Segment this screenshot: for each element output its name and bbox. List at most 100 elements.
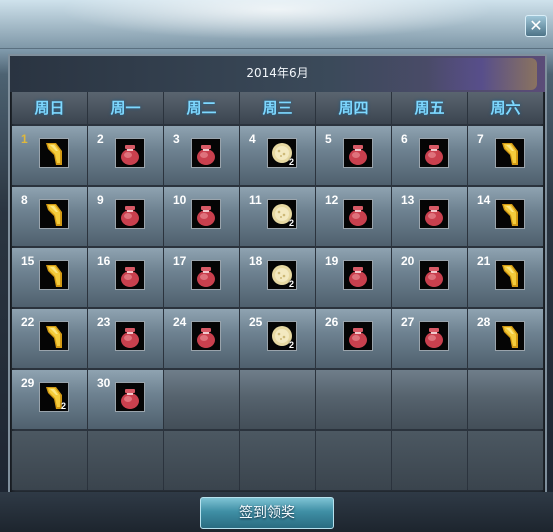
sign-in-window: ✕ 2014年6月 周日 周一 周二 周三 周四 周五 周六 123425678… xyxy=(0,0,553,532)
calendar-day-cell[interactable]: 25 2 xyxy=(240,309,315,368)
red-pouch-icon[interactable] xyxy=(419,321,449,351)
day-number: 17 xyxy=(173,254,187,268)
red-pouch-icon[interactable] xyxy=(343,260,373,290)
calendar-day-cell[interactable]: 17 xyxy=(164,248,239,307)
gold-scroll-icon[interactable] xyxy=(39,321,69,351)
empty-day-cell xyxy=(240,431,315,490)
empty-day-cell xyxy=(392,431,467,490)
calendar-day-cell[interactable]: 21 xyxy=(468,248,543,307)
red-pouch-icon[interactable] xyxy=(343,321,373,351)
empty-day-cell xyxy=(12,431,87,490)
day-number: 4 xyxy=(249,132,256,146)
weekday-thu: 周四 xyxy=(316,92,391,124)
red-pouch-icon[interactable] xyxy=(115,260,145,290)
day-number: 28 xyxy=(477,315,491,329)
calendar-day-cell[interactable]: 14 xyxy=(468,187,543,246)
calendar-day-cell[interactable]: 2 xyxy=(88,126,163,185)
day-number: 1 xyxy=(21,132,28,146)
calendar-day-cell[interactable]: 7 xyxy=(468,126,543,185)
gold-scroll-icon[interactable] xyxy=(39,199,69,229)
calendar-day-cell[interactable]: 18 2 xyxy=(240,248,315,307)
mooncake-icon[interactable]: 2 xyxy=(267,321,297,351)
red-pouch-icon[interactable] xyxy=(191,321,221,351)
red-pouch-icon[interactable] xyxy=(115,382,145,412)
gold-scroll-icon[interactable] xyxy=(495,199,525,229)
calendar-day-cell[interactable]: 6 xyxy=(392,126,467,185)
mooncake-icon[interactable]: 2 xyxy=(267,260,297,290)
weekday-mon: 周一 xyxy=(88,92,163,124)
empty-day-cell xyxy=(240,370,315,429)
red-pouch-icon[interactable] xyxy=(191,260,221,290)
gold-scroll-icon[interactable] xyxy=(495,138,525,168)
calendar-day-cell[interactable]: 12 xyxy=(316,187,391,246)
day-number: 10 xyxy=(173,193,187,207)
gold-scroll-icon[interactable] xyxy=(495,321,525,351)
calendar-day-cell[interactable]: 8 xyxy=(12,187,87,246)
day-number: 23 xyxy=(97,315,111,329)
calendar-day-cell[interactable]: 27 xyxy=(392,309,467,368)
red-pouch-icon[interactable] xyxy=(115,199,145,229)
red-pouch-icon[interactable] xyxy=(419,199,449,229)
item-quantity: 2 xyxy=(288,340,294,350)
day-number: 20 xyxy=(401,254,415,268)
weekday-header: 周日 周一 周二 周三 周四 周五 周六 xyxy=(12,92,543,124)
day-number: 7 xyxy=(477,132,484,146)
red-pouch-icon[interactable] xyxy=(115,138,145,168)
gold-scroll-icon[interactable]: 2 xyxy=(39,382,69,412)
day-number: 21 xyxy=(477,254,491,268)
day-number: 2 xyxy=(97,132,104,146)
empty-day-cell xyxy=(468,431,543,490)
empty-day-cell xyxy=(164,370,239,429)
calendar-day-cell[interactable]: 28 xyxy=(468,309,543,368)
calendar-day-cell[interactable]: 42 xyxy=(240,126,315,185)
empty-day-cell xyxy=(316,370,391,429)
calendar-day-cell[interactable]: 16 xyxy=(88,248,163,307)
item-quantity: 2 xyxy=(288,279,294,289)
gold-scroll-icon[interactable] xyxy=(39,260,69,290)
sign-in-claim-button[interactable]: 签到领奖 xyxy=(200,497,334,529)
gold-scroll-icon[interactable] xyxy=(495,260,525,290)
calendar-day-cell[interactable]: 23 xyxy=(88,309,163,368)
day-number: 16 xyxy=(97,254,111,268)
day-number: 30 xyxy=(97,376,111,390)
calendar-day-cell[interactable]: 30 xyxy=(88,370,163,429)
day-number: 14 xyxy=(477,193,491,207)
calendar-day-cell[interactable]: 29 2 xyxy=(12,370,87,429)
day-number: 3 xyxy=(173,132,180,146)
day-number: 18 xyxy=(249,254,263,268)
mooncake-icon[interactable]: 2 xyxy=(267,138,297,168)
calendar-day-cell[interactable]: 5 xyxy=(316,126,391,185)
calendar-day-cell[interactable]: 24 xyxy=(164,309,239,368)
red-pouch-icon[interactable] xyxy=(419,138,449,168)
calendar-day-cell[interactable]: 9 xyxy=(88,187,163,246)
calendar-day-cell[interactable]: 19 xyxy=(316,248,391,307)
red-pouch-icon[interactable] xyxy=(343,138,373,168)
calendar-day-cell[interactable]: 11 2 xyxy=(240,187,315,246)
calendar-grid: 1 2 3 4 2 5 6 7 8 9 10 11 2 12 13 14 15 16 17 18 2 19 20 21 22 23… xyxy=(12,126,543,490)
month-title: 2014年6月 xyxy=(246,66,309,80)
red-pouch-icon[interactable] xyxy=(343,199,373,229)
day-number: 9 xyxy=(97,193,104,207)
calendar-panel: 2014年6月 周日 周一 周二 周三 周四 周五 周六 12342567891… xyxy=(8,54,547,496)
day-number: 19 xyxy=(325,254,339,268)
calendar-day-cell[interactable]: 3 xyxy=(164,126,239,185)
red-pouch-icon[interactable] xyxy=(115,321,145,351)
item-quantity: 2 xyxy=(288,157,294,167)
calendar-day-cell[interactable]: 22 xyxy=(12,309,87,368)
red-pouch-icon[interactable] xyxy=(191,138,221,168)
day-number: 27 xyxy=(401,315,415,329)
calendar-day-cell[interactable]: 20 xyxy=(392,248,467,307)
empty-day-cell xyxy=(316,431,391,490)
calendar-day-cell[interactable]: 15 xyxy=(12,248,87,307)
calendar-day-cell[interactable]: 1 xyxy=(12,126,87,185)
calendar-day-cell[interactable]: 26 xyxy=(316,309,391,368)
red-pouch-icon[interactable] xyxy=(419,260,449,290)
mooncake-icon[interactable]: 2 xyxy=(267,199,297,229)
day-number: 24 xyxy=(173,315,187,329)
day-number: 15 xyxy=(21,254,35,268)
gold-scroll-icon[interactable] xyxy=(39,138,69,168)
red-pouch-icon[interactable] xyxy=(191,199,221,229)
calendar-day-cell[interactable]: 13 xyxy=(392,187,467,246)
calendar-day-cell[interactable]: 10 xyxy=(164,187,239,246)
close-button[interactable]: ✕ xyxy=(525,15,547,37)
